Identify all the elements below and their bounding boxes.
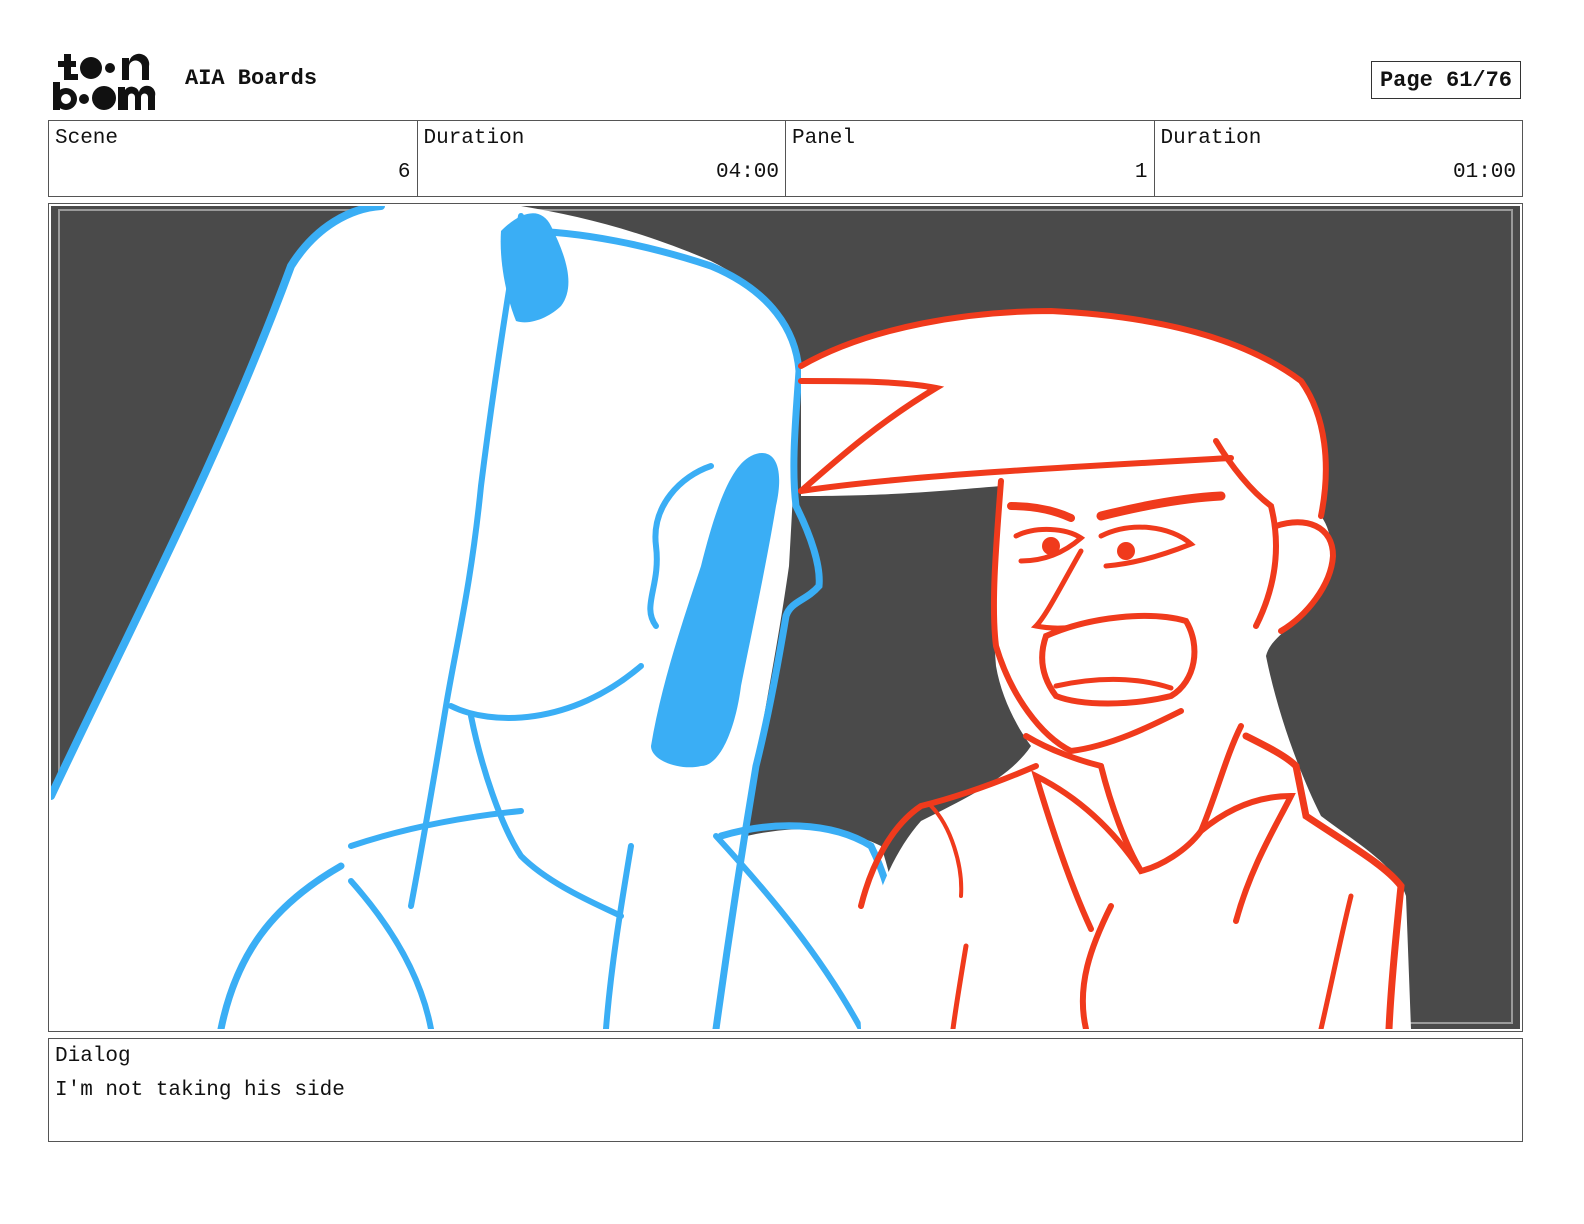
panel-duration-value: 01:00 <box>1452 161 1516 184</box>
scene-duration-cell: Duration 04:00 <box>418 121 786 196</box>
toon-boom-logo: toon boom <box>52 52 164 112</box>
panel-value: 1 <box>1134 161 1148 184</box>
toon-boom-logo-icon <box>53 53 156 110</box>
scene-duration-value: 04:00 <box>715 161 779 184</box>
dialog-text: I'm not taking his side <box>55 1079 345 1102</box>
panel-duration-label: Duration <box>1160 127 1262 150</box>
scene-duration-label: Duration <box>423 127 525 150</box>
panel-cell: Panel 1 <box>786 121 1155 196</box>
panel-image <box>51 206 1520 1029</box>
panel-label: Panel <box>792 127 856 150</box>
page-number: Page 61/76 <box>1371 61 1521 99</box>
scene-value: 6 <box>397 161 411 184</box>
project-title: AIA Boards <box>185 66 318 91</box>
scene-label: Scene <box>55 127 119 150</box>
dialog-box: Dialog I'm not taking his side <box>48 1038 1523 1142</box>
info-row: Scene 6 Duration 04:00 Panel 1 Duration … <box>48 120 1523 197</box>
boy-eye-right <box>1117 542 1135 560</box>
dialog-label: Dialog <box>55 1045 131 1068</box>
panel-duration-cell: Duration 01:00 <box>1155 121 1523 196</box>
scene-cell: Scene 6 <box>49 121 418 196</box>
